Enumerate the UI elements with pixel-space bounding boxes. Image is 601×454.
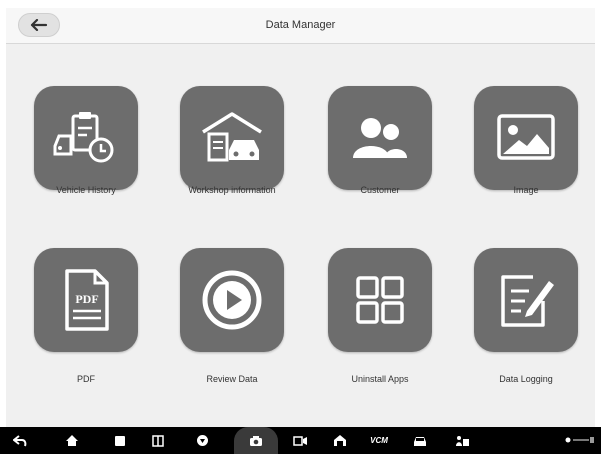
nav-diagnostics-button[interactable]: [450, 427, 474, 454]
device-frame: Data Manager Vehicle History Workshop in…: [0, 0, 601, 454]
image-tile[interactable]: [474, 86, 578, 190]
nav-vehicle-button[interactable]: [408, 427, 432, 454]
workshop-garage-icon: [202, 112, 262, 162]
split-screen-icon: [152, 434, 164, 447]
nav-garage-button[interactable]: [328, 427, 352, 454]
nav-home-button[interactable]: [60, 427, 84, 454]
status-indicators: [565, 436, 595, 446]
data-logging-label: Data Logging: [499, 374, 553, 384]
workshop-information-label: Workshop information: [188, 185, 276, 195]
camera-icon: [250, 435, 262, 446]
data-logging-tile[interactable]: [474, 248, 578, 352]
nav-recent-apps-button[interactable]: [108, 427, 132, 454]
play-icon: [202, 270, 262, 330]
customer-label: Customer: [360, 185, 400, 195]
garage-icon: [334, 435, 346, 446]
browser-icon: [196, 435, 208, 446]
customer-people-icon: [353, 118, 407, 158]
review-data-label: Review Data: [206, 374, 258, 384]
nav-vcm-button[interactable]: VCM: [364, 427, 394, 454]
nav-back-button[interactable]: [8, 427, 32, 454]
app-screen: Data Manager Vehicle History Workshop in…: [6, 8, 595, 427]
status-icons: [565, 437, 594, 443]
apps-grid-icon: [356, 276, 404, 324]
vehicle-history-label: Vehicle History: [56, 185, 116, 195]
nav-screen-record-button[interactable]: [288, 427, 312, 454]
page-title: Data Manager: [265, 19, 336, 31]
review-data-tile[interactable]: [180, 248, 284, 352]
system-navigation-bar: VCM: [0, 427, 601, 454]
image-label: Image: [513, 185, 539, 195]
uninstall-apps-label: Uninstall Apps: [351, 374, 409, 384]
nav-split-screen-button[interactable]: [146, 427, 170, 454]
vehicle-history-tile[interactable]: [34, 86, 138, 190]
workshop-information-tile[interactable]: [180, 86, 284, 190]
pdf-file-icon: PDF: [65, 269, 109, 331]
pdf-tile[interactable]: PDF: [34, 248, 138, 352]
vehicle-icon: [414, 436, 426, 446]
title-bar: Data Manager: [6, 8, 595, 44]
diagnostics-icon: [455, 435, 469, 446]
data-logging-edit-icon: [501, 275, 554, 327]
vcm-label: VCM: [370, 436, 388, 445]
nav-browser-button[interactable]: [190, 427, 214, 454]
recent-apps-icon: [115, 435, 125, 446]
image-picture-icon: [497, 114, 555, 160]
back-icon: [13, 434, 27, 446]
home-icon: [66, 435, 78, 446]
vehicle-history-icon: [53, 112, 114, 163]
pdf-label: PDF: [77, 374, 95, 384]
uninstall-apps-tile[interactable]: [328, 248, 432, 352]
screen-record-icon: [292, 435, 307, 446]
nav-camera-button[interactable]: [244, 427, 268, 454]
customer-tile[interactable]: [328, 86, 432, 190]
pdf-icon-text: PDF: [75, 292, 98, 306]
